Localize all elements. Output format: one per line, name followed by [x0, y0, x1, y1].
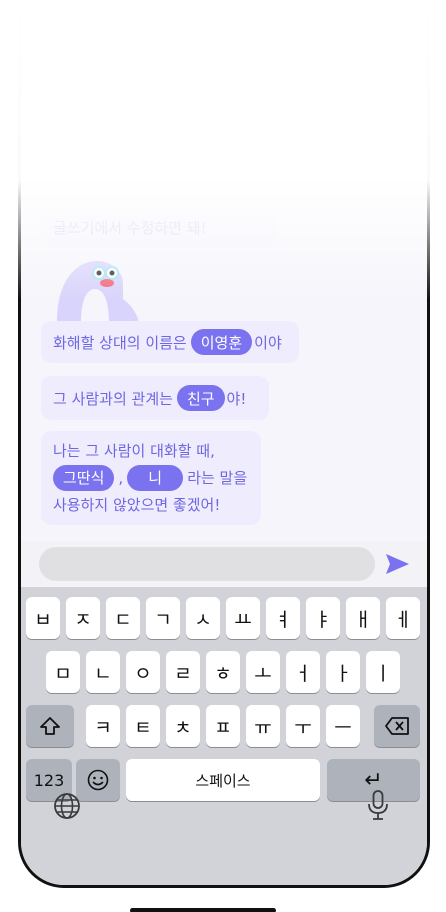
key-ㅡ[interactable]: ㅡ	[326, 705, 360, 747]
relationship-chip[interactable]: 친구	[176, 385, 225, 411]
emoji-icon	[87, 769, 109, 791]
faded-message-text: 글쓰기에서 수정하면 돼!	[53, 218, 207, 237]
key-ㅌ[interactable]: ㅌ	[126, 705, 160, 747]
home-indicator	[130, 908, 276, 912]
input-bar	[21, 541, 427, 587]
key-ㅗ[interactable]: ㅗ	[246, 651, 280, 693]
key-ㅕ[interactable]: ㅕ	[266, 597, 300, 639]
message-words-line2: 그딴식 , 니 라는 말을	[53, 465, 247, 492]
emoji-key[interactable]	[76, 759, 120, 801]
faded-message: 글쓰기에서 수정하면 돼!	[41, 207, 277, 247]
key-ㅏ[interactable]: ㅏ	[326, 651, 360, 693]
key-ㅜ[interactable]: ㅜ	[286, 705, 320, 747]
chip-separator: ,	[118, 468, 124, 487]
shift-key[interactable]	[26, 705, 74, 747]
keyboard: ㅂㅈㄷㄱㅅㅛㅕㅑㅐㅔ ㅁㄴㅇㄹㅎㅗㅓㅏㅣ ㅋㅌㅊㅍㅠㅜㅡ 123 스페이스 ↵	[21, 587, 427, 885]
message-input[interactable]	[39, 547, 375, 581]
key-ㅈ[interactable]: ㅈ	[66, 597, 100, 639]
key-ㅋ[interactable]: ㅋ	[86, 705, 120, 747]
message-words-after: 라는 말을	[187, 468, 248, 487]
backspace-key[interactable]	[374, 705, 420, 747]
key-ㅎ[interactable]: ㅎ	[206, 651, 240, 693]
key-ㄴ[interactable]: ㄴ	[86, 651, 120, 693]
key-ㄱ[interactable]: ㄱ	[146, 597, 180, 639]
name-chip[interactable]: 이영훈	[190, 329, 253, 355]
key-ㅓ[interactable]: ㅓ	[286, 651, 320, 693]
phone-frame: 글쓰기에서 수정하면 돼! 화해할 상대의 이름은 이영훈 이야 그 사람과의 …	[18, 0, 430, 888]
key-ㅑ[interactable]: ㅑ	[306, 597, 340, 639]
key-ㄷ[interactable]: ㄷ	[106, 597, 140, 639]
mascot-icon	[57, 261, 139, 323]
key-ㅠ[interactable]: ㅠ	[246, 705, 280, 747]
key-ㄹ[interactable]: ㄹ	[166, 651, 200, 693]
word-chip-1[interactable]: 그딴식	[53, 465, 115, 491]
key-ㅁ[interactable]: ㅁ	[46, 651, 80, 693]
key-ㅅ[interactable]: ㅅ	[186, 597, 220, 639]
message-relationship-before: 그 사람과의 관계는	[53, 389, 173, 408]
backspace-icon	[385, 717, 409, 735]
microphone-icon[interactable]	[367, 789, 389, 821]
message-name-before: 화해할 상대의 이름은	[53, 333, 187, 352]
word-chip-2[interactable]: 니	[127, 465, 184, 491]
globe-icon[interactable]	[52, 791, 82, 821]
message-relationship: 그 사람과의 관계는 친구 야!	[41, 376, 269, 420]
space-key[interactable]: 스페이스	[126, 759, 320, 801]
key-ㅔ[interactable]: ㅔ	[386, 597, 420, 639]
key-ㅐ[interactable]: ㅐ	[346, 597, 380, 639]
message-relationship-after: 야!	[226, 389, 247, 408]
message-name: 화해할 상대의 이름은 이영훈 이야	[41, 321, 299, 363]
key-ㅍ[interactable]: ㅍ	[206, 705, 240, 747]
shift-icon	[40, 717, 60, 735]
key-ㅛ[interactable]: ㅛ	[226, 597, 260, 639]
key-ㅊ[interactable]: ㅊ	[166, 705, 200, 747]
message-words-line1: 나는 그 사람이 대화할 때,	[53, 441, 215, 460]
send-arrow-icon[interactable]	[383, 550, 411, 578]
key-ㅇ[interactable]: ㅇ	[126, 651, 160, 693]
key-ㅂ[interactable]: ㅂ	[26, 597, 60, 639]
key-ㅣ[interactable]: ㅣ	[366, 651, 400, 693]
message-words-line3: 사용하지 않았으면 좋겠어!	[53, 495, 221, 514]
message-name-after: 이야	[254, 333, 282, 352]
chat-area: 글쓰기에서 수정하면 돼! 화해할 상대의 이름은 이영훈 이야 그 사람과의 …	[21, 0, 427, 543]
message-words: 나는 그 사람이 대화할 때, 그딴식 , 니 라는 말을 사용하지 않았으면 …	[41, 431, 261, 525]
